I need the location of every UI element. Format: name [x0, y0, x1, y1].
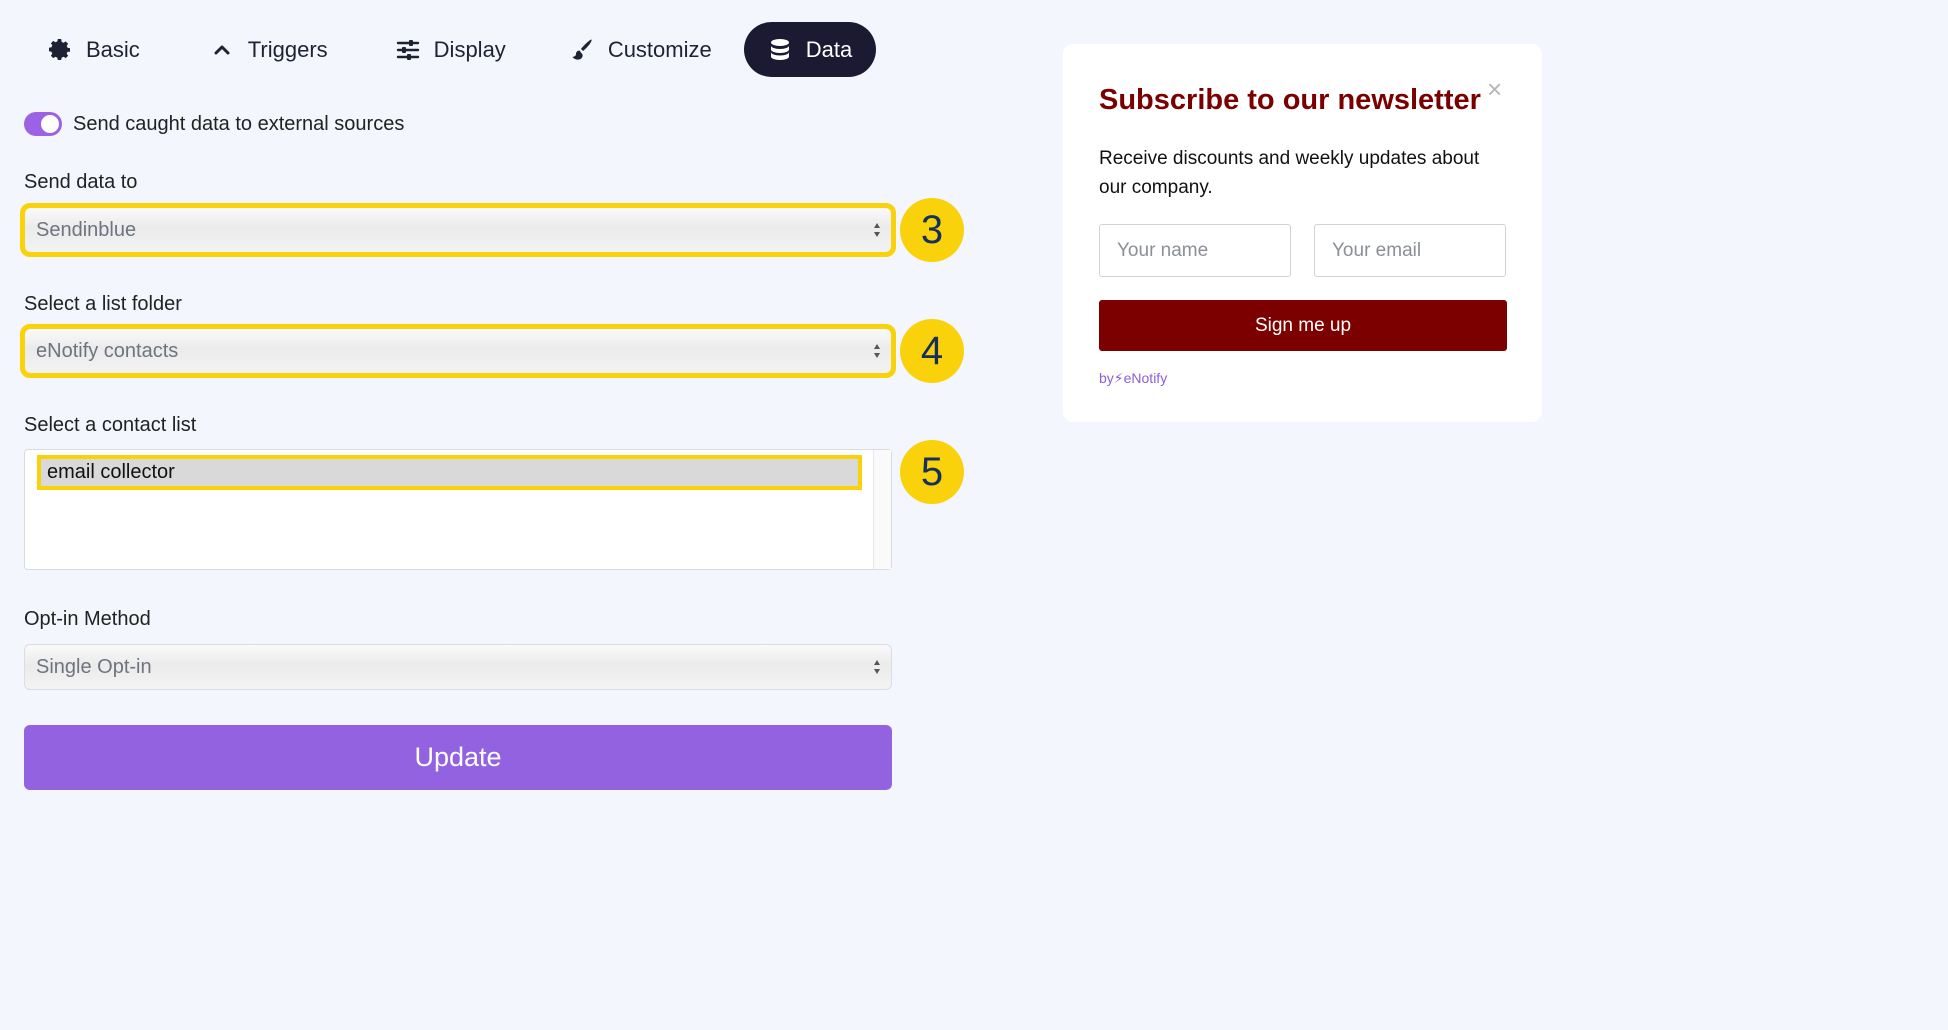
opt-in-method-value: Single Opt-in	[36, 655, 152, 678]
preview-signup-button[interactable]: Sign me up	[1099, 300, 1507, 351]
tab-customize-label: Customize	[607, 36, 712, 62]
send-data-toggle-row: Send caught data to external sources	[24, 112, 404, 136]
listbox-scrollbar[interactable]	[873, 450, 891, 569]
tab-data-label: Data	[805, 36, 853, 62]
opt-in-method-label: Opt-in Method	[24, 608, 151, 630]
preview-branding-link[interactable]: by⚡eNotify	[1099, 370, 1167, 387]
preview-description: Receive discounts and weekly updates abo…	[1099, 148, 1480, 198]
list-folder-value: eNotify contacts	[36, 339, 179, 362]
tab-display[interactable]: Display	[372, 22, 530, 77]
contact-list-label: Select a contact list	[24, 414, 197, 436]
step-badge-5: 5	[900, 440, 964, 504]
newsletter-preview-card: Subscribe to our newsletter × Receive di…	[1063, 44, 1542, 422]
contact-list-option[interactable]: email collector	[37, 455, 862, 490]
tab-customize[interactable]: Customize	[546, 22, 736, 77]
send-data-to-label: Send data to	[24, 171, 138, 193]
sliders-icon	[396, 39, 419, 60]
tab-triggers[interactable]: Triggers	[186, 22, 352, 77]
tab-basic[interactable]: Basic	[24, 22, 164, 77]
send-data-toggle-label: Send caught data to external sources	[73, 112, 405, 135]
paintbrush-icon	[572, 38, 592, 60]
tab-triggers-label: Triggers	[247, 36, 328, 62]
step-badge-3: 3	[900, 198, 964, 262]
preview-title: Subscribe to our newsletter	[1099, 84, 1481, 116]
list-folder-label: Select a list folder	[24, 293, 182, 315]
send-data-to-value: Sendinblue	[36, 218, 137, 241]
step-badge-4: 4	[900, 319, 964, 383]
send-data-to-select[interactable]: Sendinblue	[20, 203, 896, 257]
preview-email-input[interactable]: Your email	[1314, 224, 1506, 277]
send-data-toggle[interactable]	[24, 112, 62, 136]
select-arrows-icon	[874, 660, 880, 674]
tab-bar: Basic Triggers Display Customize Data	[24, 22, 877, 77]
select-arrows-icon	[874, 223, 880, 237]
contact-list-listbox[interactable]: email collector	[24, 449, 892, 570]
list-folder-select[interactable]: eNotify contacts	[20, 324, 896, 378]
chevron-up-icon	[214, 45, 230, 54]
tab-display-label: Display	[433, 36, 506, 62]
tab-basic-label: Basic	[86, 36, 140, 62]
toggle-knob	[41, 115, 59, 133]
gear-icon	[49, 38, 70, 60]
update-button[interactable]: Update	[24, 725, 892, 790]
preview-name-input[interactable]: Your name	[1099, 224, 1291, 277]
tab-data[interactable]: Data	[743, 22, 877, 77]
database-icon	[770, 38, 789, 60]
opt-in-method-select[interactable]: Single Opt-in	[24, 644, 892, 690]
close-icon[interactable]: ×	[1487, 74, 1502, 105]
select-arrows-icon	[874, 344, 880, 358]
